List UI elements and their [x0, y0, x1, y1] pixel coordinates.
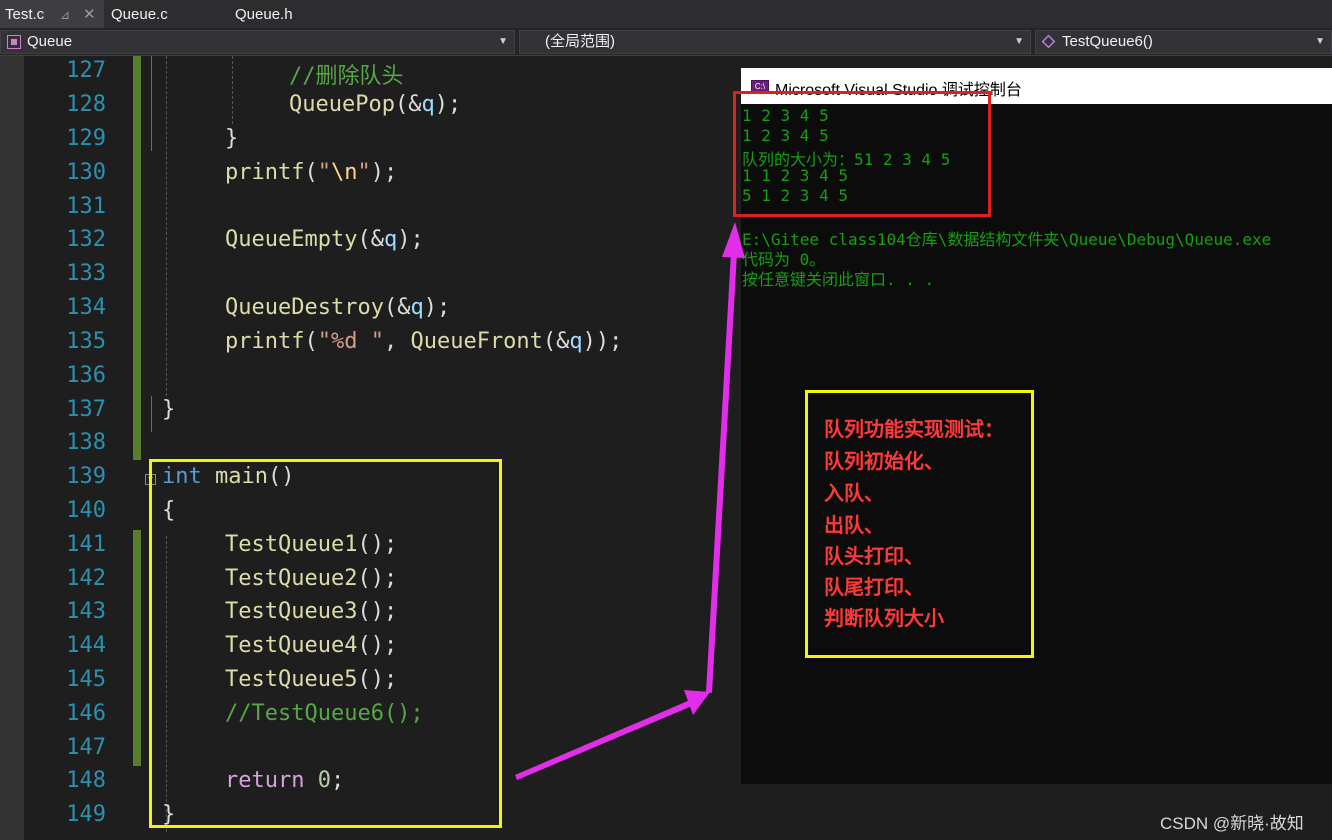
- console-line: 按任意键关闭此窗口. . .: [742, 270, 935, 289]
- code-line-134: QueueDestroy(&q);: [225, 295, 451, 320]
- line-number: 136: [66, 363, 106, 388]
- line-number: 145: [66, 667, 106, 692]
- chevron-down-icon: ▼: [498, 36, 508, 47]
- line-number: 140: [66, 498, 106, 523]
- project-icon: [7, 35, 21, 49]
- chevron-down-icon: ▼: [1014, 36, 1024, 47]
- scope-dropdown[interactable]: (全局范围) ▼: [519, 30, 1031, 54]
- line-number: 130: [66, 160, 106, 185]
- chevron-down-icon: ▼: [1315, 36, 1325, 47]
- annotation-note: 队列功能实现测试： 队列初始化、 入队、 出队、 队头打印、 队尾打印、 判断队…: [805, 390, 1034, 658]
- indent-guide: [166, 56, 167, 396]
- line-number: 139: [66, 464, 106, 489]
- line-number: 143: [66, 599, 106, 624]
- tab-queue-c[interactable]: Queue.c: [111, 0, 168, 28]
- pin-icon[interactable]: ⊿: [60, 0, 70, 30]
- project-name: Queue: [27, 33, 73, 50]
- line-number: 144: [66, 633, 106, 658]
- scope-name: (全局范围): [545, 33, 615, 50]
- line-number: 147: [66, 735, 106, 760]
- function-cube-icon: [1041, 34, 1056, 49]
- annotation-line: 队头打印、: [824, 546, 924, 568]
- annotation-line: 队列初始化、: [824, 451, 944, 473]
- line-number: 129: [66, 126, 106, 151]
- code-line-130: printf("\n");: [225, 160, 398, 185]
- member-name: TestQueue6(): [1062, 33, 1153, 50]
- project-dropdown[interactable]: Queue ▼: [0, 30, 515, 54]
- code-line-128: QueuePop(&q);: [289, 92, 462, 117]
- editor-margin: [0, 56, 24, 840]
- close-icon[interactable]: ✕: [83, 0, 96, 30]
- annotation-line: 入队、: [824, 483, 884, 505]
- code-line-132: QueueEmpty(&q);: [225, 227, 424, 252]
- tab-label: Test.c: [5, 6, 45, 23]
- line-number: 132: [66, 227, 106, 252]
- line-number: 142: [66, 566, 106, 591]
- navigation-bar: Queue ▼ (全局范围) ▼ TestQueue6() ▼: [0, 28, 1332, 56]
- line-number: 135: [66, 329, 106, 354]
- code-line-135: printf("%d ", QueueFront(&q));: [225, 329, 623, 354]
- line-number: 148: [66, 768, 106, 793]
- document-tab-bar: Test.c ⊿ ✕ Queue.c Queue.h: [0, 0, 1332, 28]
- line-number: 127: [66, 58, 106, 83]
- line-number: 134: [66, 295, 106, 320]
- line-number: 138: [66, 430, 106, 455]
- annotation-line: 队列功能实现测试：: [824, 419, 1004, 441]
- line-number: 133: [66, 261, 106, 286]
- indent-guide: [232, 56, 233, 124]
- annotation-line: 出队、: [824, 515, 884, 537]
- csdn-watermark: CSDN @新晓·故知: [1160, 814, 1304, 833]
- change-marker: [133, 530, 141, 766]
- code-line-127: //删除队头: [289, 64, 404, 89]
- line-number-gutter: 127 128 129 130 131 132 133 134 135 136 …: [24, 56, 114, 840]
- tab-label: Queue.h: [235, 6, 293, 23]
- line-number: 137: [66, 397, 106, 422]
- line-number: 146: [66, 701, 106, 726]
- output-highlight-box: [733, 91, 991, 217]
- member-dropdown[interactable]: TestQueue6() ▼: [1035, 30, 1332, 54]
- fold-line: [151, 396, 152, 432]
- change-marker: [133, 56, 141, 460]
- fold-line: [151, 56, 152, 151]
- line-number: 131: [66, 194, 106, 219]
- main-function-highlight-box: [149, 459, 502, 828]
- code-line-137: }: [162, 397, 176, 422]
- line-number: 141: [66, 532, 106, 557]
- annotation-line: 判断队列大小: [824, 608, 944, 630]
- tab-label: Queue.c: [111, 6, 168, 23]
- line-number: 128: [66, 92, 106, 117]
- line-number: 149: [66, 802, 106, 827]
- code-line-129: }: [225, 126, 239, 151]
- tab-test-c[interactable]: Test.c ⊿ ✕: [0, 0, 104, 28]
- annotation-line: 队尾打印、: [824, 577, 924, 599]
- tab-queue-h[interactable]: Queue.h: [235, 0, 293, 28]
